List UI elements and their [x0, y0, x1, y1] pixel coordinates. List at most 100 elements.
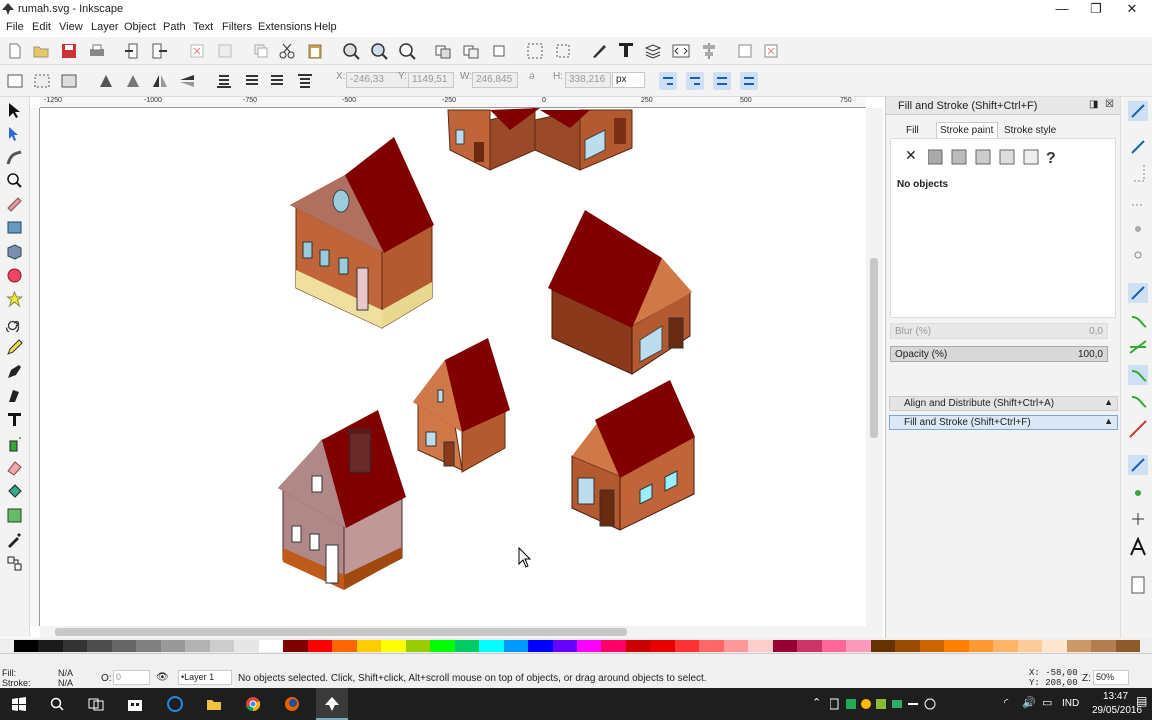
- ungroup-icon[interactable]: [554, 42, 572, 60]
- palette-swatch[interactable]: [479, 640, 505, 652]
- dropper-tool-icon[interactable]: [6, 531, 23, 548]
- lock-icon[interactable]: ǝ: [529, 71, 535, 82]
- swatch-strip[interactable]: [14, 638, 1141, 653]
- spiral-tool-icon[interactable]: [6, 315, 23, 332]
- palette-swatch[interactable]: [601, 640, 627, 652]
- snap-bbox-icon[interactable]: [1128, 137, 1148, 157]
- vertical-scroll-thumb[interactable]: [870, 258, 878, 438]
- snap-text-baseline-icon[interactable]: [1128, 537, 1148, 557]
- task-view-icon[interactable]: [88, 697, 104, 711]
- move-patterns-icon[interactable]: [740, 72, 758, 90]
- snap-others-icon[interactable]: [1128, 455, 1148, 475]
- palette-swatch[interactable]: [356, 640, 382, 652]
- firefox-icon[interactable]: [284, 696, 300, 712]
- palette-swatch[interactable]: [1066, 640, 1092, 652]
- snap-smooth-nodes-icon[interactable]: [1128, 365, 1148, 385]
- redo-icon[interactable]: [216, 42, 234, 60]
- drawing-canvas[interactable]: [40, 108, 866, 626]
- palette-swatch[interactable]: [283, 640, 309, 652]
- inkscape-taskbar-button[interactable]: [316, 688, 348, 720]
- palette-swatch[interactable]: [234, 640, 260, 652]
- print-icon[interactable]: [88, 42, 106, 60]
- menu-view[interactable]: View: [59, 21, 83, 33]
- snap-intersections-icon[interactable]: [1128, 337, 1148, 357]
- flip-vertical-icon[interactable]: [178, 72, 196, 90]
- scale-radius-icon[interactable]: [686, 72, 704, 90]
- palette-swatch[interactable]: [430, 640, 456, 652]
- blur-slider[interactable]: Blur (%) 0,0: [890, 323, 1108, 339]
- zoom-tool-icon[interactable]: [6, 172, 23, 189]
- palette-swatch[interactable]: [919, 640, 945, 652]
- maximize-button[interactable]: ❐: [1078, 0, 1114, 19]
- palette-swatch[interactable]: [846, 640, 872, 652]
- palette-swatch[interactable]: [111, 640, 137, 652]
- calligraphy-tool-icon[interactable]: [6, 387, 23, 404]
- house-1[interactable]: [290, 137, 434, 329]
- connector-tool-icon[interactable]: [6, 555, 23, 572]
- house-3[interactable]: [413, 338, 510, 473]
- import-icon[interactable]: [124, 42, 142, 60]
- eraser-tool-icon[interactable]: [6, 459, 23, 476]
- palette-swatch[interactable]: [650, 640, 676, 652]
- palette-swatch[interactable]: [454, 640, 480, 652]
- palette-swatch[interactable]: [62, 640, 88, 652]
- save-icon[interactable]: [60, 42, 78, 60]
- battery-icon[interactable]: ▭: [1042, 696, 1052, 709]
- menu-object[interactable]: Object: [124, 21, 156, 33]
- palette-swatch[interactable]: [87, 640, 113, 652]
- file-explorer-icon[interactable]: [206, 696, 222, 712]
- language-indicator[interactable]: IND: [1062, 698, 1079, 709]
- close-button[interactable]: ✕: [1114, 0, 1150, 19]
- palette-swatch[interactable]: [14, 640, 39, 652]
- palette-swatch[interactable]: [332, 640, 358, 652]
- palette-swatch[interactable]: [723, 640, 749, 652]
- opacity-status-field[interactable]: 0: [113, 670, 150, 685]
- align-distribute-icon[interactable]: [700, 42, 718, 60]
- vertical-scrollbar[interactable]: [866, 108, 883, 626]
- palette-swatch[interactable]: [674, 640, 700, 652]
- palette-swatch[interactable]: [1091, 640, 1116, 652]
- unlink-clone-icon[interactable]: [462, 42, 480, 60]
- palette-swatch[interactable]: [797, 640, 823, 652]
- edge-icon[interactable]: [167, 696, 183, 712]
- paste-icon[interactable]: [306, 42, 324, 60]
- tab-stroke-paint[interactable]: Stroke paint: [936, 122, 998, 138]
- tweak-tool-icon[interactable]: [6, 149, 23, 166]
- color-palette[interactable]: [0, 638, 1152, 653]
- wifi-icon[interactable]: ◜: [1004, 696, 1008, 709]
- panel-close-icon[interactable]: ☒: [1105, 99, 1114, 110]
- flip-horizontal-icon[interactable]: [151, 72, 169, 90]
- lower-icon[interactable]: [242, 72, 260, 90]
- no-paint-icon[interactable]: ✕: [905, 147, 917, 164]
- layers-icon[interactable]: [644, 42, 662, 60]
- tray-icons[interactable]: [830, 697, 940, 711]
- menu-file[interactable]: File: [6, 21, 24, 33]
- palette-swatch[interactable]: [577, 640, 602, 652]
- palette-swatch[interactable]: [870, 640, 896, 652]
- snap-bbox-edges-icon[interactable]: [1128, 163, 1148, 183]
- horizontal-scroll-thumb[interactable]: [55, 628, 627, 636]
- group-icon[interactable]: [526, 42, 544, 60]
- palette-swatch[interactable]: [944, 640, 970, 652]
- house-top-right[interactable]: [534, 109, 633, 171]
- snap-centers-icon[interactable]: [1128, 509, 1148, 529]
- y-field[interactable]: 1149,51: [408, 72, 454, 88]
- document-properties-icon[interactable]: [762, 42, 780, 60]
- selector-tool-icon[interactable]: [6, 102, 23, 119]
- palette-swatch[interactable]: [160, 640, 186, 652]
- house-2[interactable]: [548, 210, 692, 375]
- palette-swatch[interactable]: [895, 640, 921, 652]
- star-tool-icon[interactable]: [6, 291, 23, 308]
- snap-bbox-corners-icon[interactable]: [1128, 193, 1148, 213]
- menu-edit[interactable]: Edit: [32, 21, 51, 33]
- spray-tool-icon[interactable]: [6, 435, 23, 452]
- palette-swatch[interactable]: [405, 640, 431, 652]
- snap-page-border-icon[interactable]: [1128, 575, 1148, 595]
- palette-swatch[interactable]: [381, 640, 407, 652]
- palette-swatch[interactable]: [503, 640, 529, 652]
- search-icon[interactable]: [50, 697, 64, 711]
- palette-swatch[interactable]: [748, 640, 774, 652]
- w-field[interactable]: 246,845: [472, 72, 518, 88]
- menu-path[interactable]: Path: [163, 21, 186, 33]
- h-field[interactable]: 338,216: [565, 72, 611, 88]
